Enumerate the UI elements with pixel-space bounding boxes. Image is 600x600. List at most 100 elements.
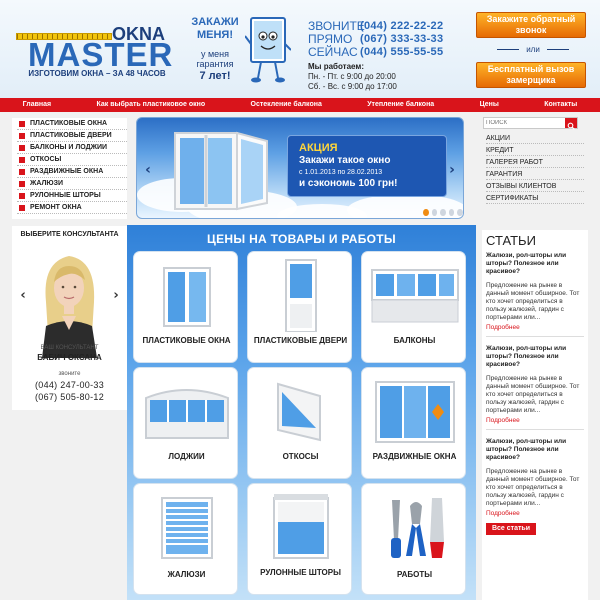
- open-window-image: [174, 131, 268, 211]
- tile-loggias[interactable]: ЛОДЖИИ: [133, 367, 238, 479]
- search-button[interactable]: [565, 118, 577, 130]
- consultant-role: ВАШ КОНСУЛЬТАНТ: [40, 345, 99, 351]
- divider: [486, 336, 584, 337]
- menu-item-roller-blinds[interactable]: РУЛОННЫЕ ШТОРЫ: [17, 190, 127, 202]
- tile-works[interactable]: РАБОТЫ: [361, 483, 466, 595]
- menu-item-slopes[interactable]: ОТКОСЫ: [17, 154, 127, 166]
- tile-label: ЖАЛЮЗИ: [167, 570, 206, 579]
- prices-title: ЦЕНЫ НА ТОВАРЫ И РАБОТЫ: [207, 232, 396, 246]
- logo[interactable]: OKNA MASTER ИЗГОТОВИМ ОКНА – ЗА 48 ЧАСОВ: [16, 18, 178, 80]
- menu-item-window-repair[interactable]: РЕМОНТ ОКНА: [17, 202, 127, 214]
- header-phone-2[interactable]: (067) 333-33-33: [360, 33, 470, 46]
- tile-label: РУЛОННЫЕ ШТОРЫ: [260, 568, 341, 577]
- quick-link-certificates[interactable]: СЕРТИФИКАТЫ: [486, 193, 584, 204]
- slider-dot[interactable]: [440, 209, 446, 216]
- promo-slider[interactable]: АКЦИЯ Закажи такое окно с 1.01.2013 по 2…: [136, 117, 464, 219]
- tile-blinds[interactable]: ЖАЛЮЗИ: [133, 483, 238, 595]
- quick-link-credit[interactable]: КРЕДИТ: [486, 145, 584, 156]
- chevron-left-icon[interactable]: ‹: [141, 160, 155, 180]
- article-title[interactable]: Жалюзи, рол-шторы или шторы? Полезное ил…: [486, 345, 584, 369]
- work-hours-weekend: Сб. - Вс. с 9:00 до 17:00: [308, 82, 397, 91]
- consultant-next-icon[interactable]: ›: [111, 286, 121, 306]
- slider-dots: [423, 209, 463, 217]
- divider: [486, 429, 584, 430]
- chevron-right-icon[interactable]: ›: [445, 160, 459, 180]
- sliding-window-icon: [375, 381, 455, 443]
- nav-contacts[interactable]: Контакты: [544, 98, 577, 112]
- quick-link-promotions[interactable]: АКЦИИ: [486, 133, 584, 144]
- consultant-title: ВЫБЕРИТЕ КОНСУЛЬТАНТА: [20, 231, 119, 238]
- work-hours-title: Мы работаем:: [308, 62, 364, 71]
- tile-label: РАБОТЫ: [396, 570, 433, 579]
- callback-button[interactable]: Закажите обратный звонок: [476, 12, 586, 38]
- category-menu: ПЛАСТИКОВЫЕ ОКНА ПЛАСТИКОВЫЕ ДВЕРИ БАЛКО…: [12, 118, 127, 219]
- tile-roller-blinds[interactable]: РУЛОННЫЕ ШТОРЫ: [247, 483, 352, 595]
- articles-panel: СТАТЬИ Жалюзи, рол-шторы или шторы? Поле…: [482, 230, 588, 600]
- nav-balcony-glazing[interactable]: Остекление балкона: [251, 98, 322, 112]
- consultant-phone-1[interactable]: (044) 247-00-33: [12, 380, 127, 391]
- nav-home[interactable]: Главная: [23, 98, 51, 112]
- tile-balconies[interactable]: БАЛКОНЫ: [361, 251, 466, 363]
- prices-panel: ЦЕНЫ НА ТОВАРЫ И РАБОТЫ ПЛАСТИКОВЫЕ ОКНА…: [127, 225, 476, 600]
- menu-item-sliding-windows[interactable]: РАЗДВИЖНЫЕ ОКНА: [17, 166, 127, 178]
- all-articles-button[interactable]: Все статьи: [486, 523, 536, 535]
- tile-slopes[interactable]: ОТКОСЫ: [247, 367, 352, 479]
- tile-label: РАЗДВИЖНЫЕ ОКНА: [372, 452, 457, 461]
- search-input[interactable]: [486, 118, 564, 128]
- articles-title: СТАТЬИ: [486, 233, 536, 248]
- measurer-button[interactable]: Бесплатный вызов замерщика: [476, 62, 586, 88]
- header-contacts: ЗВОНИТЕ (044) 222-22-22 ПРЯМО (067) 333-…: [308, 20, 470, 92]
- slider-dot[interactable]: [423, 209, 429, 216]
- header-phone-3[interactable]: (044) 555-55-55: [360, 46, 470, 59]
- search-box: [483, 117, 578, 130]
- menu-item-balconies[interactable]: БАЛКОНЫ И ЛОДЖИИ: [17, 142, 127, 154]
- plastic-window-icon: [163, 267, 211, 327]
- consultant-phone-2[interactable]: (067) 505-80-12: [12, 392, 127, 403]
- blinds-icon: [161, 497, 213, 559]
- nav-prices[interactable]: Цены: [480, 98, 499, 112]
- menu-item-blinds[interactable]: ЖАЛЮЗИ: [17, 178, 127, 190]
- article-more-link[interactable]: Подробнее: [486, 417, 520, 425]
- consultant-call-label: звоните: [58, 371, 81, 377]
- menu-item-plastic-windows[interactable]: ПЛАСТИКОВЫЕ ОКНА: [17, 118, 127, 130]
- nav-choose-window[interactable]: Как выбрать пластиковое окно: [97, 98, 206, 112]
- mascot-text-years: 7 лет!: [199, 70, 231, 82]
- page: OKNA MASTER ИЗГОТОВИМ ОКНА – ЗА 48 ЧАСОВ…: [0, 0, 600, 600]
- tile-label: ОТКОСЫ: [282, 452, 319, 461]
- consultant-name: БАБИЧ ОКСАНА: [37, 353, 102, 362]
- header-phone-1[interactable]: (044) 222-22-22: [360, 20, 470, 33]
- quick-link-guarantee[interactable]: ГАРАНТИЯ: [486, 169, 584, 180]
- or-label: или: [493, 44, 573, 55]
- article-excerpt: Предложение на рынке в данный момент обш…: [486, 468, 580, 507]
- tile-label: ПЛАСТИКОВЫЕ ОКНА: [142, 336, 231, 345]
- quick-links: АКЦИИ КРЕДИТ ГАЛЕРЕЯ РАБОТ ГАРАНТИЯ ОТЗЫ…: [482, 133, 586, 213]
- main-nav: Главная Как выбрать пластиковое окно Ост…: [0, 98, 600, 112]
- mascot-promo: ЗАКАЖИ МЕНЯ! у меня гарантия 7 лет!: [181, 14, 291, 86]
- quick-link-gallery[interactable]: ГАЛЕРЕЯ РАБОТ: [486, 157, 584, 168]
- promo-title: АКЦИЯ: [299, 142, 338, 154]
- tile-plastic-windows[interactable]: ПЛАСТИКОВЫЕ ОКНА: [133, 251, 238, 363]
- promo-line-1: Закажи такое окно: [299, 155, 391, 166]
- article-more-link[interactable]: Подробнее: [486, 324, 520, 332]
- promo-dates: с 1.01.2013 по 28.02.2013: [299, 169, 383, 176]
- slider-dot[interactable]: [431, 209, 438, 216]
- consultant-panel: ВЫБЕРИТЕ КОНСУЛЬТАНТА ‹ › ВАШ КОНСУЛЬТАН…: [12, 226, 127, 410]
- logo-master: MASTER: [28, 36, 174, 73]
- slider-dot[interactable]: [457, 209, 463, 216]
- article-title[interactable]: Жалюзи, рол-шторы или шторы? Полезное ил…: [486, 438, 584, 462]
- consultant-prev-icon[interactable]: ‹: [18, 286, 28, 306]
- menu-item-plastic-doors[interactable]: ПЛАСТИКОВЫЕ ДВЕРИ: [17, 130, 127, 142]
- article-excerpt: Предложение на рынке в данный момент обш…: [486, 282, 580, 321]
- mascot-text-guarantee: у меня гарантия: [196, 49, 234, 69]
- article-more-link[interactable]: Подробнее: [486, 510, 520, 518]
- tile-sliding-windows[interactable]: РАЗДВИЖНЫЕ ОКНА: [361, 367, 466, 479]
- article-title[interactable]: Жалюзи, рол-шторы или шторы? Полезное ил…: [486, 252, 584, 276]
- roller-blind-icon: [273, 494, 329, 559]
- nav-balcony-insulation[interactable]: Утепление балкона: [367, 98, 434, 112]
- call-label-3: СЕЙЧАС: [308, 45, 358, 59]
- article-excerpt: Предложение на рынке в данный момент обш…: [486, 375, 580, 414]
- slider-dot[interactable]: [448, 209, 455, 216]
- slope-icon: [277, 382, 321, 442]
- quick-link-reviews[interactable]: ОТЗЫВЫ КЛИЕНТОВ: [486, 181, 584, 192]
- tile-plastic-doors[interactable]: ПЛАСТИКОВЫЕ ДВЕРИ: [247, 251, 352, 363]
